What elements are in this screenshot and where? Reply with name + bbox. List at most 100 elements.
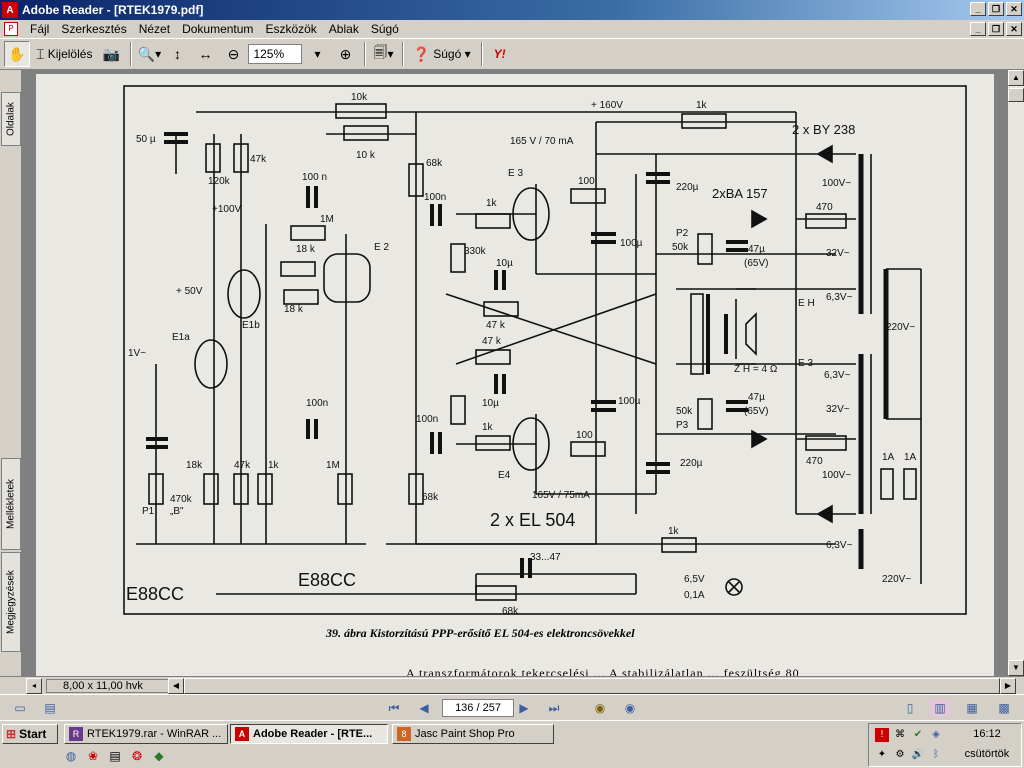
label-e88cc-b: E88CC: [298, 570, 356, 590]
start-button[interactable]: ⊞ Start: [2, 724, 58, 744]
label-r1k-top: 1k: [696, 100, 708, 111]
label-c10u-b: 10µ: [482, 398, 499, 409]
label-p1: P1: [142, 506, 155, 517]
help-button[interactable]: ❓ Súgó ▾: [408, 41, 474, 67]
horizontal-scroll-thumb[interactable]: [184, 678, 1000, 694]
zoom-out-button[interactable]: ⊖: [220, 41, 246, 67]
toggle-nav-button[interactable]: ◂: [26, 678, 42, 694]
tray-shield-icon[interactable]: ◈: [929, 728, 943, 742]
maximize-button[interactable]: ❐: [988, 2, 1004, 16]
zoom-dropdown[interactable]: ▾: [304, 41, 330, 67]
fit-height-button[interactable]: ↕: [164, 41, 190, 67]
hand-tool-button[interactable]: ✋: [4, 41, 30, 67]
tray-bluetooth-icon[interactable]: ᛒ: [929, 748, 943, 762]
scroll-up-button[interactable]: ▲: [1008, 70, 1024, 86]
label-r100n-d: 100n: [416, 414, 438, 425]
menu-tools[interactable]: Eszközök: [259, 22, 322, 36]
windows-logo-icon: ⊞: [6, 727, 17, 741]
snapshot-button[interactable]: 📷: [98, 41, 124, 67]
body-text-line: A transzformátorok tekercselési ... A st…: [406, 666, 800, 676]
pdf-document-icon[interactable]: P: [4, 22, 18, 36]
scroll-right-button[interactable]: ▶: [1000, 678, 1016, 694]
toolbar-separator: [480, 42, 483, 66]
continuous-layout-button[interactable]: ▥: [930, 699, 950, 717]
figure-caption: 39. ábra Kistorzítású PPP-erősítő EL 504…: [326, 626, 635, 640]
tray-security-icon[interactable]: ✔: [911, 728, 925, 742]
doc-minimize-button[interactable]: _: [970, 22, 986, 36]
fit-width-button[interactable]: ↔: [192, 41, 218, 67]
doc-close-button[interactable]: ✕: [1006, 22, 1022, 36]
tray-wifi-icon[interactable]: ✦: [875, 748, 889, 762]
menu-file[interactable]: Fájl: [24, 22, 55, 36]
menu-help[interactable]: Súgó: [365, 22, 405, 36]
continuous-facing-layout-button[interactable]: ▩: [994, 699, 1014, 717]
vertical-scrollbar[interactable]: ▲ ▼: [1008, 70, 1024, 676]
media-icon[interactable]: ❂: [128, 747, 146, 765]
zoom-input[interactable]: 125%: [248, 44, 303, 64]
view-continuous-button[interactable]: ▤: [40, 699, 60, 717]
hand-icon: ✋: [8, 45, 26, 62]
next-page-button[interactable]: ▶: [514, 699, 534, 717]
scroll-down-button[interactable]: ▼: [1008, 660, 1024, 676]
task-winrar-label: RTEK1979.rar - WinRAR ...: [87, 728, 222, 740]
clock-time[interactable]: 16:12: [955, 728, 1019, 740]
first-page-button[interactable]: ⏮: [384, 699, 404, 717]
app-icon[interactable]: ◆: [150, 747, 168, 765]
page-layout-button[interactable]: 🗐 ▾: [370, 41, 396, 67]
tab-pages[interactable]: Oldalak: [1, 92, 21, 146]
pdf-page[interactable]: 10k 10 k + 160V 1k 2 x BY 238 50 µ 120k …: [36, 74, 994, 676]
document-viewport[interactable]: 10k 10 k + 160V 1k 2 x BY 238 50 µ 120k …: [22, 70, 1008, 676]
task-adobe-reader[interactable]: A Adobe Reader - [RTE...: [230, 724, 388, 744]
label-c10u-a: 10µ: [496, 258, 513, 269]
label-v65-b: (65V): [744, 406, 768, 417]
browser-icon[interactable]: ◍: [62, 747, 80, 765]
window-title: Adobe Reader - [RTEK1979.pdf]: [22, 3, 204, 17]
previous-view-button[interactable]: ◉: [590, 699, 610, 717]
label-v100-a: 100V~: [822, 178, 851, 189]
menu-edit[interactable]: Szerkesztés: [55, 22, 132, 36]
system-tray: ! ⌘ ✔ ◈ ✦ ⚙ 🔊 ᛒ 16:12 csütörtök: [868, 723, 1022, 767]
label-r100-a: 100: [578, 176, 595, 187]
label-r100-b: 100: [576, 430, 593, 441]
menu-window[interactable]: Ablak: [323, 22, 365, 36]
label-r68k-c: 68k: [502, 606, 519, 617]
view-single-page-button[interactable]: ▭: [10, 699, 30, 717]
scroll-left-button[interactable]: ◀: [168, 678, 184, 694]
close-button[interactable]: ✕: [1006, 2, 1022, 16]
scroll-thumb[interactable]: [1008, 88, 1024, 102]
single-page-layout-button[interactable]: ▯: [900, 699, 920, 717]
doc-restore-button[interactable]: ❐: [988, 22, 1004, 36]
task-winrar[interactable]: R RTEK1979.rar - WinRAR ...: [64, 724, 228, 744]
tray-device-icon[interactable]: ⚙: [893, 748, 907, 762]
tab-comments-label: Megjegyzések: [5, 570, 17, 634]
page-number-input[interactable]: 136 / 257: [442, 699, 514, 717]
task-paint-shop-pro[interactable]: 8 Jasc Paint Shop Pro: [392, 724, 554, 744]
yahoo-toolbar-button[interactable]: Y!: [487, 41, 513, 67]
menu-document[interactable]: Dokumentum: [176, 22, 259, 36]
tray-volume-icon[interactable]: 🔊: [911, 748, 925, 762]
menu-bar: P Fájl Szerkesztés Nézet Dokumentum Eszk…: [0, 20, 1024, 38]
facing-layout-button[interactable]: ▦: [962, 699, 982, 717]
last-page-button[interactable]: ⏭: [544, 699, 564, 717]
label-e4: E4: [498, 470, 511, 481]
circuit-schematic: 10k 10 k + 160V 1k 2 x BY 238 50 µ 120k …: [123, 85, 967, 617]
clock-day: csütörtök: [964, 748, 1010, 760]
select-tool-button[interactable]: ⌶ Kijelölés: [32, 41, 96, 67]
label-fuse1: 1A: [882, 452, 895, 463]
tray-antivirus-icon[interactable]: !: [875, 728, 889, 742]
desktop-icon[interactable]: ▤: [106, 747, 124, 765]
label-diode-ba: 2xBA 157: [712, 186, 768, 201]
title-bar: A Adobe Reader - [RTEK1979.pdf] _ ❐ ✕: [0, 0, 1024, 20]
adobe-reader-icon: A: [2, 2, 18, 18]
tab-comments[interactable]: Megjegyzések: [1, 552, 21, 652]
label-v32-a: 32V~: [826, 248, 850, 259]
previous-page-button[interactable]: ◀: [414, 699, 434, 717]
zoom-tool-button[interactable]: 🔍 ▾: [136, 41, 162, 67]
paint-shop-icon[interactable]: ❀: [84, 747, 102, 765]
tab-attachments[interactable]: Mellékletek: [1, 458, 21, 550]
next-view-button[interactable]: ◉: [620, 699, 640, 717]
minimize-button[interactable]: _: [970, 2, 986, 16]
menu-view[interactable]: Nézet: [133, 22, 176, 36]
tray-network-icon[interactable]: ⌘: [893, 728, 907, 742]
zoom-in-button[interactable]: ⊕: [332, 41, 358, 67]
